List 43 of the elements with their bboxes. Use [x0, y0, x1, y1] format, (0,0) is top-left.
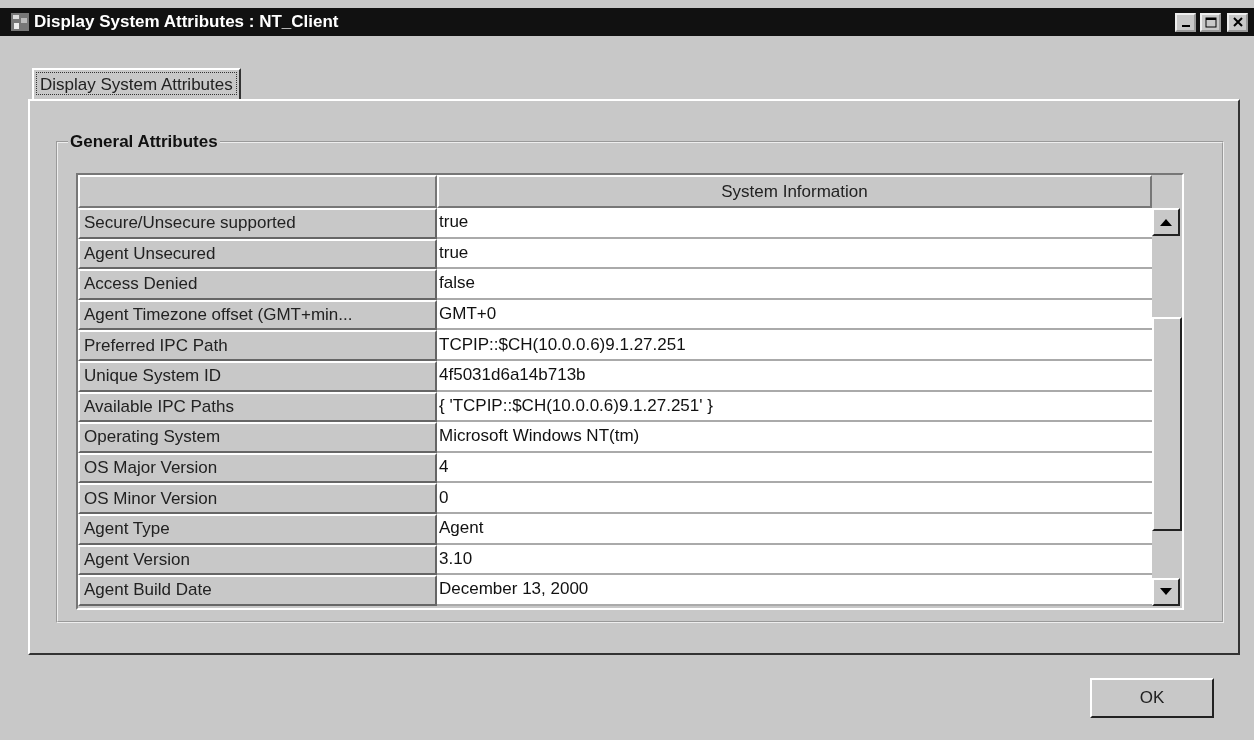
row-header: Unique System ID [78, 360, 437, 392]
up-arrow-icon [1160, 218, 1172, 226]
row-header: Agent Timezone offset (GMT+min... [78, 299, 437, 331]
close-button[interactable] [1227, 12, 1248, 32]
minimize-icon [1181, 25, 1190, 27]
tab[interactable]: Display System Attributes [32, 68, 241, 99]
maximize-button[interactable] [1200, 12, 1221, 32]
table-cell: GMT+0 [437, 299, 1152, 331]
scrollbar[interactable] [1152, 208, 1182, 606]
row-header: OS Minor Version [78, 483, 437, 514]
row-header: Agent Type [78, 513, 437, 545]
table-cell: false [437, 269, 1152, 300]
table-cell: TCPIP::$CH(10.0.0.6)9.1.27.251 [437, 330, 1152, 361]
row-header: Operating System [78, 422, 437, 453]
row-header: Access Denied [78, 269, 437, 300]
minimize-button[interactable] [1175, 12, 1196, 32]
ok-button[interactable]: OK [1090, 677, 1214, 718]
down-arrow-icon [1160, 588, 1172, 596]
scroll-up-button[interactable] [1152, 208, 1180, 236]
app-icon [10, 12, 30, 32]
row-header: Agent Unsecured [78, 238, 437, 270]
scroll-thumb[interactable] [1152, 317, 1182, 531]
window-title: Display System Attributes : NT_Client [34, 12, 340, 32]
table-cell: 4f5031d6a14b713b [437, 360, 1152, 392]
table-cell: 4 [437, 452, 1152, 484]
table-cell: { 'TCPIP::$CH(10.0.0.6)9.1.27.251' } [437, 391, 1152, 423]
row-header: Preferred IPC Path [78, 330, 437, 361]
maximize-icon [1204, 16, 1217, 28]
row-header: Agent Build Date [78, 575, 437, 606]
column-header[interactable]: System Information [437, 175, 1152, 208]
table-cell: Microsoft Windows NT(tm) [437, 422, 1152, 453]
close-icon [1232, 17, 1243, 27]
table-cell: Agent [437, 513, 1152, 545]
table-cell: 3.10 [437, 544, 1152, 576]
row-header: OS Major Version [78, 452, 437, 484]
table-cell: December 13, 2000 [437, 575, 1152, 606]
row-header: Agent Version [78, 544, 437, 576]
table-cell: 0 [437, 483, 1152, 514]
row-header: Available IPC Paths [78, 391, 437, 423]
row-header: Secure/Unsecure supported [78, 208, 437, 239]
table-cell: true [437, 208, 1152, 239]
scroll-down-button[interactable] [1152, 577, 1180, 606]
table-cell: true [437, 238, 1152, 270]
